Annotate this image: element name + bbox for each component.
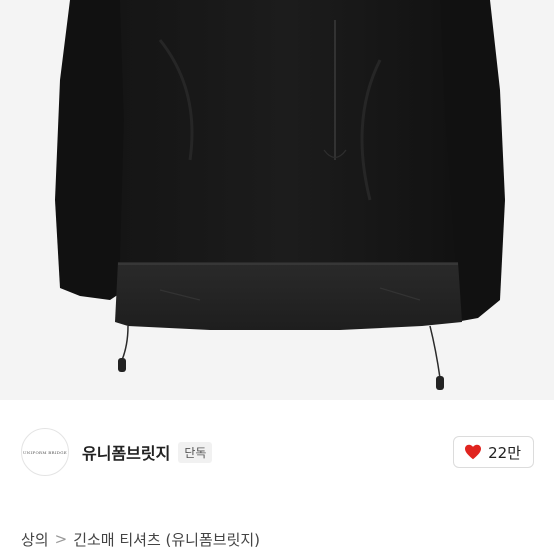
product-image[interactable]	[0, 0, 554, 400]
exclusive-badge: 단독	[178, 441, 213, 463]
breadcrumb-subcategory[interactable]: 긴소매 티셔츠 (유니폼브릿지)	[73, 529, 260, 550]
brand-logo-text: Uniform Bridge	[23, 449, 67, 455]
brand-name[interactable]: 유니폼브릿지	[82, 440, 170, 464]
like-button[interactable]: 22만	[453, 436, 534, 468]
brand-row: Uniform Bridge 유니폼브릿지 단독 22만	[0, 400, 554, 504]
breadcrumb-category[interactable]: 상의	[21, 529, 49, 550]
like-count: 22만	[488, 443, 521, 462]
heart-icon	[465, 444, 482, 460]
breadcrumb: 상의 > 긴소매 티셔츠 (유니폼브릿지)	[21, 526, 260, 552]
product-jacket-photo	[0, 0, 554, 400]
brand-logo[interactable]: Uniform Bridge	[21, 428, 69, 476]
breadcrumb-separator: >	[54, 530, 68, 548]
